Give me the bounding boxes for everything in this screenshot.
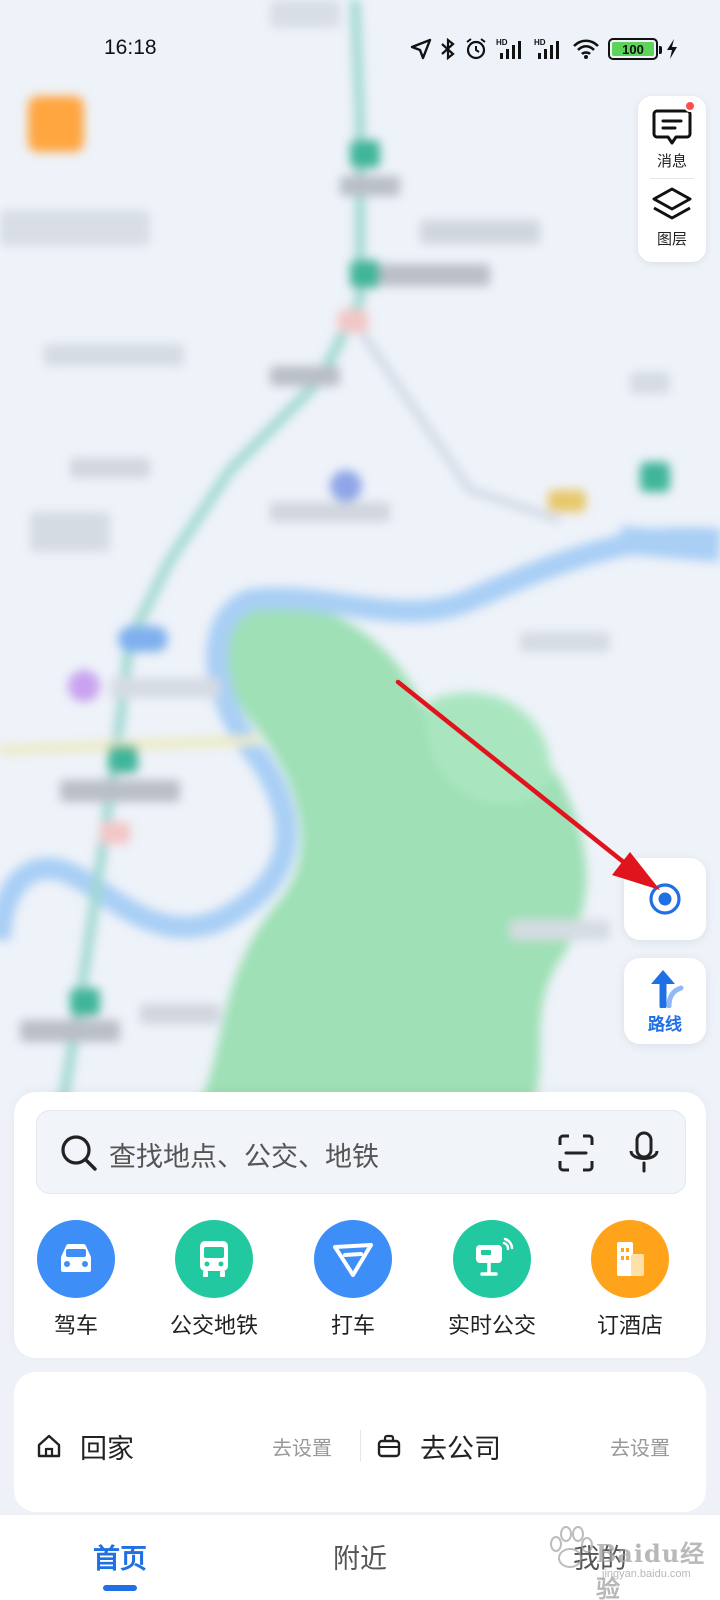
quick-action-label: 公交地铁 [169,1314,258,1339]
quick-action-realtime-bus[interactable]: 实时公交 [432,1220,552,1340]
map-tools-panel: 消息 图层 [638,96,706,262]
route-label: 路线 [648,1014,682,1035]
messages-label: 消息 [656,152,687,170]
active-tab-indicator [103,1585,137,1591]
location-icon [410,38,432,60]
bluetooth-icon [441,37,455,61]
status-icons: HD HD 100 [410,36,678,62]
charging-icon [667,39,677,59]
status-time: 16:18 [104,36,157,59]
message-icon [652,109,692,145]
layers-button[interactable]: 图层 [638,180,706,260]
battery-icon: 100 [608,38,662,60]
shortcut-divider [360,1430,361,1462]
watermark-text: Baidu经验 [596,1539,706,1600]
home-label: 回家 [80,1433,134,1465]
go-company-shortcut[interactable]: 去公司 [376,1426,501,1466]
shortcut-card: 回家 去设置 去公司 去设置 [14,1372,706,1512]
hd-signal-icon: HD [534,38,559,59]
home-setup-link[interactable]: 去设置 [272,1432,332,1461]
search-card: 查找地点、公交、地铁 驾车 公交地铁 打车 实时公交 订酒店 [14,1092,706,1358]
wifi-icon [573,39,599,59]
baidu-jingyan-watermark: Baidu经验 jingyan.baidu.com [540,1512,710,1600]
locate-me-button[interactable] [624,858,706,940]
bus-icon [175,1220,253,1298]
taxi-icon [314,1220,392,1298]
go-home-shortcut[interactable]: 回家 [36,1426,134,1466]
svg-text:HD: HD [496,38,508,47]
quick-action-hotel[interactable]: 订酒店 [570,1220,690,1340]
hotel-icon [591,1220,669,1298]
layers-icon [652,187,692,220]
status-bar: 16:18 HD HD 100 [0,0,720,100]
quick-action-taxi[interactable]: 打车 [293,1220,413,1340]
unread-badge [684,100,696,112]
panel-divider [650,178,694,179]
watermark-url: jingyan.baidu.com [602,1568,691,1580]
tab-nearby[interactable]: 附近 [290,1537,430,1576]
scan-icon[interactable] [557,1133,595,1173]
home-icon [37,1434,61,1458]
microphone-icon[interactable] [627,1131,661,1175]
quick-action-transit[interactable]: 公交地铁 [154,1220,274,1340]
messages-button[interactable]: 消息 [638,96,706,176]
alarm-icon [466,38,486,60]
battery-level: 100 [622,41,644,57]
company-setup-link[interactable]: 去设置 [610,1432,670,1461]
company-label: 去公司 [420,1433,501,1465]
search-icon [61,1135,97,1171]
briefcase-icon [377,1434,401,1458]
car-icon [37,1220,115,1298]
search-placeholder: 查找地点、公交、地铁 [109,1142,379,1173]
svg-text:HD: HD [534,38,546,47]
map-canvas [0,0,720,1120]
tab-home[interactable]: 首页 [50,1537,190,1576]
paw-icon [550,1526,593,1568]
layers-label: 图层 [656,230,687,248]
route-arrow-icon [651,969,684,1008]
route-button[interactable]: 路线 [624,958,706,1044]
map-view[interactable] [0,0,720,1120]
quick-action-label: 订酒店 [596,1314,663,1339]
quick-action-label: 打车 [330,1314,375,1339]
quick-action-label: 驾车 [53,1314,98,1339]
search-input[interactable]: 查找地点、公交、地铁 [36,1110,686,1194]
quick-action-drive[interactable]: 驾车 [16,1220,136,1340]
hd-signal-icon: HD [496,38,521,59]
bus-stop-icon [453,1220,531,1298]
locate-icon [649,883,681,915]
quick-action-label: 实时公交 [447,1314,536,1339]
